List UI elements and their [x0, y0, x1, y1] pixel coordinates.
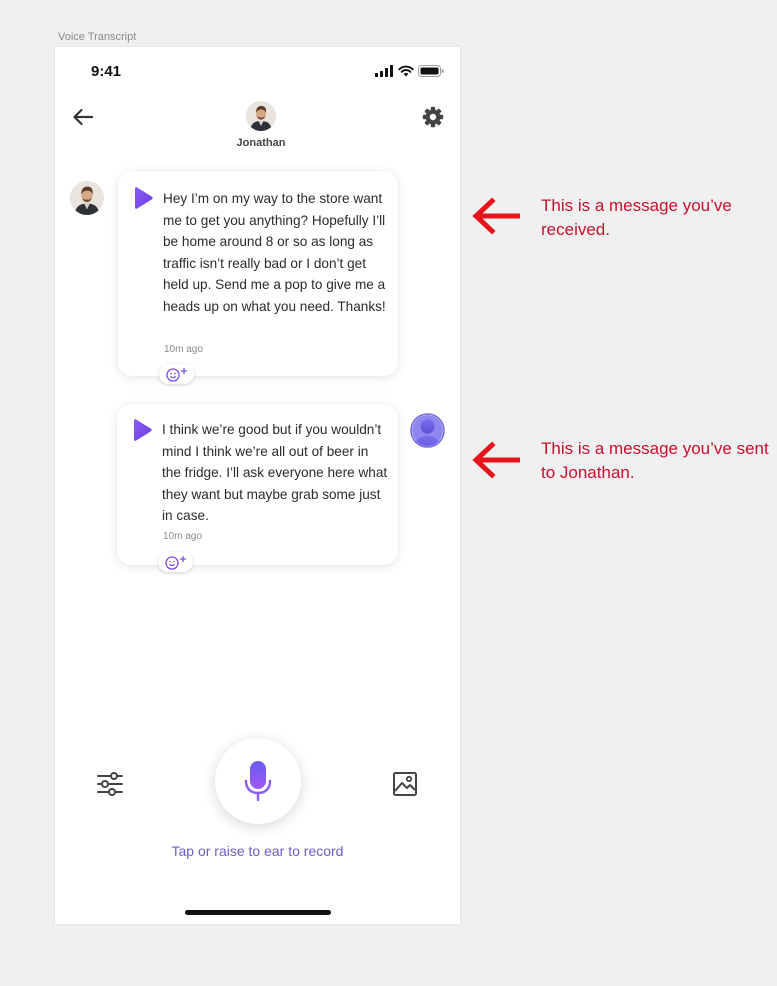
signal-icon [375, 65, 393, 77]
arrow-left-icon [472, 197, 520, 235]
record-hint: Tap or raise to ear to record [171, 843, 344, 859]
image-icon [393, 772, 417, 796]
microphone-icon [244, 761, 272, 802]
filters-button[interactable] [95, 769, 125, 799]
status-icons [375, 65, 444, 77]
my-avatar[interactable] [410, 413, 445, 448]
phone-screen: 9:41 Jonathan Hey I’m on my way to the s… [55, 47, 460, 924]
record-button[interactable] [215, 738, 301, 824]
play-icon [134, 419, 152, 441]
add-reaction-icon [165, 368, 187, 382]
arrow-left-icon [73, 108, 94, 126]
received-message-bubble: Hey I’m on my way to the store want me t… [118, 171, 398, 384]
image-button[interactable] [390, 769, 420, 799]
gear-icon [422, 106, 444, 128]
message-text: Hey I’m on my way to the store want me t… [163, 191, 386, 314]
play-button[interactable] [131, 418, 153, 442]
person-photo [246, 101, 276, 131]
battery-icon [418, 65, 444, 77]
message-text: I think we’re good but if you wouldn’t m… [162, 422, 388, 524]
message-timestamp: 10m ago [163, 531, 202, 542]
add-reaction-button[interactable] [158, 552, 193, 572]
status-time: 9:41 [91, 63, 122, 80]
sent-message-bubble: I think we’re good but if you wouldn’t m… [117, 404, 398, 572]
sliders-icon [97, 772, 123, 796]
add-reaction-icon [164, 556, 186, 570]
wifi-icon [398, 65, 414, 77]
user-icon [410, 413, 445, 448]
annotation-sent: This is a message you’ve sent to Jonatha… [541, 439, 769, 482]
add-reaction-button[interactable] [159, 364, 194, 384]
annotation-received: This is a message you’ve received. [541, 196, 732, 239]
person-photo [70, 181, 104, 215]
play-icon [135, 187, 153, 209]
frame-label: Voice Transcript [58, 31, 137, 43]
contact-avatar[interactable] [246, 101, 276, 131]
settings-button[interactable] [420, 104, 446, 130]
home-indicator[interactable] [185, 910, 331, 915]
contact-name: Jonathan [236, 137, 286, 149]
arrow-left-icon [472, 441, 520, 479]
message-timestamp: 10m ago [164, 344, 203, 355]
play-button[interactable] [132, 186, 154, 210]
sender-avatar[interactable] [70, 181, 104, 215]
back-button[interactable] [69, 105, 97, 129]
